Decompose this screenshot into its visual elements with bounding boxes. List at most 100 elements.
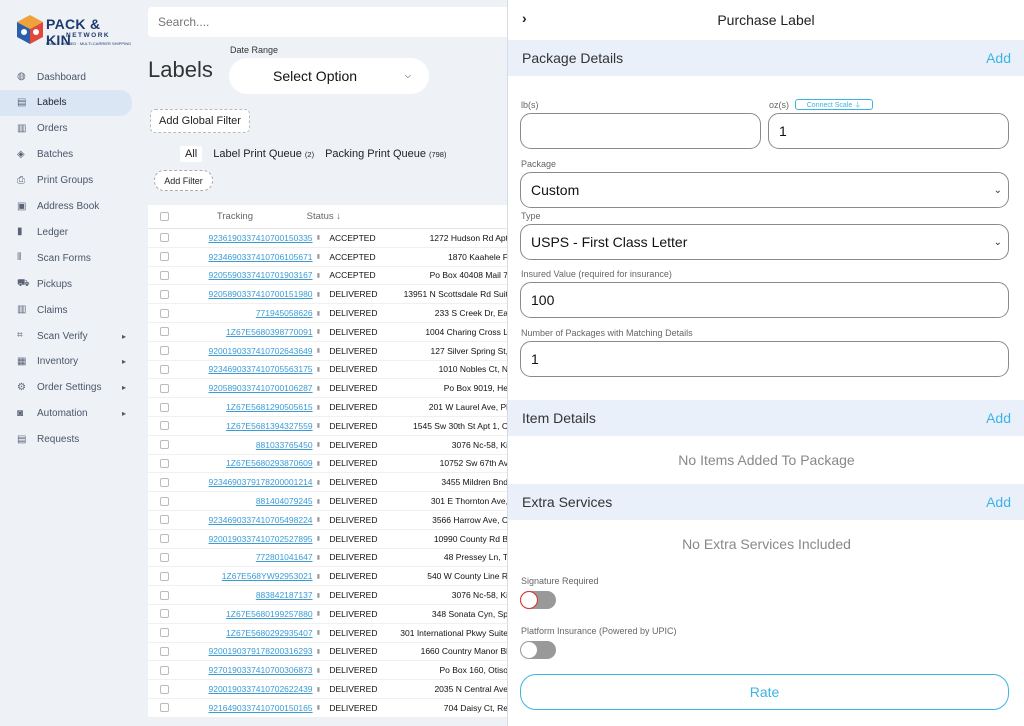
insured-value-input[interactable]: 100: [520, 282, 1009, 318]
sidebar-item-batches[interactable]: ◈ Batches: [0, 142, 140, 168]
table-row[interactable]: 9270190337410700306873 ▮ DELIVERED Po Box 1…: [148, 661, 508, 681]
tracking-link[interactable]: 9234690379178200001214: [169, 477, 314, 487]
tracking-link[interactable]: 9234690337410705498224: [169, 515, 314, 525]
row-checkbox[interactable]: [160, 477, 169, 487]
copy-icon[interactable]: ▮: [314, 234, 324, 241]
row-checkbox[interactable]: [160, 609, 169, 619]
brand-logo[interactable]: PACK & KIN NETWORK FAMILY OWNED · MULTI-…: [16, 14, 131, 50]
row-checkbox[interactable]: [160, 534, 169, 544]
tab-label-print-queue[interactable]: Label Print Queue (2): [213, 148, 314, 160]
sidebar-item-order-settings[interactable]: ⚙ Order Settings ▸: [0, 375, 140, 401]
row-checkbox[interactable]: [160, 421, 169, 431]
table-row[interactable]: 9205590337410701903167 ▮ ACCEPTED Po Box 40…: [148, 267, 508, 286]
tracking-link[interactable]: 1Z67E568YW92953021: [169, 571, 314, 581]
sidebar-item-inventory[interactable]: ▦ Inventory ▸: [0, 349, 140, 375]
copy-icon[interactable]: ▮: [314, 648, 324, 655]
table-row[interactable]: 1Z67E5680292935407 ▮ DELIVERED 301 Internat…: [148, 624, 508, 643]
sidebar-item-print-groups[interactable]: ⎙ Print Groups: [0, 168, 140, 194]
row-checkbox[interactable]: [160, 590, 169, 600]
table-row[interactable]: 1Z67E5680398770091 ▮ DELIVERED 1004 Charing…: [148, 323, 508, 342]
table-row[interactable]: 9200190337410702527895 ▮ DELIVERED 10990 Co…: [148, 530, 508, 549]
copy-icon[interactable]: ▮: [314, 629, 324, 636]
table-row[interactable]: 771945058626 ▮ DELIVERED 233 S Creek Dr, Ea: [148, 304, 508, 323]
table-row[interactable]: 9200190379178200316293 ▮ DELIVERED 1660 Cou…: [148, 643, 508, 662]
tracking-link[interactable]: 9205590337410701903167: [169, 270, 314, 280]
copy-icon[interactable]: ▮: [314, 272, 324, 279]
sidebar-item-pickups[interactable]: ⛟ Pickups: [0, 271, 140, 297]
row-checkbox[interactable]: [160, 458, 169, 468]
copy-icon[interactable]: ▮: [314, 686, 324, 693]
platform-insurance-toggle[interactable]: [520, 641, 556, 659]
sidebar-item-address-book[interactable]: ▣ Address Book: [0, 194, 140, 220]
signature-required-toggle[interactable]: [520, 591, 556, 609]
status-header[interactable]: Status ↓: [253, 211, 341, 222]
add-extra-service-button[interactable]: Add: [986, 494, 1011, 510]
add-package-button[interactable]: Add: [986, 50, 1011, 66]
table-row[interactable]: 9234690337410705498224 ▮ DELIVERED 3566 Har…: [148, 511, 508, 530]
table-row[interactable]: 9234690337410705563175 ▮ DELIVERED 1010 Nob…: [148, 361, 508, 380]
tracking-link[interactable]: 1Z67E5681394327559: [169, 421, 314, 431]
copy-icon[interactable]: ▮: [314, 328, 324, 335]
add-global-filter-button[interactable]: Add Global Filter: [150, 109, 250, 133]
tab-all[interactable]: All: [180, 146, 203, 162]
row-checkbox[interactable]: [160, 327, 169, 337]
table-row[interactable]: 1Z67E5681290505615 ▮ DELIVERED 201 W Laurel…: [148, 398, 508, 417]
tracking-link[interactable]: 771945058626: [169, 308, 314, 318]
tracking-link[interactable]: 9200190379178200316293: [169, 646, 314, 656]
tracking-link[interactable]: 883842187137: [169, 590, 314, 600]
tracking-header[interactable]: Tracking: [169, 211, 253, 222]
search-input[interactable]: [148, 7, 508, 37]
row-checkbox[interactable]: [160, 383, 169, 393]
copy-icon[interactable]: ▮: [314, 667, 324, 674]
sidebar-item-ledger[interactable]: ▮ Ledger: [0, 219, 140, 245]
sidebar-item-labels[interactable]: ▤ Labels: [0, 89, 132, 116]
tracking-link[interactable]: 9234690337410706105671: [169, 252, 314, 262]
table-row[interactable]: 9234690379178200001214 ▮ DELIVERED 3455 Mil…: [148, 473, 508, 493]
table-row[interactable]: 1Z67E5680293870609 ▮ DELIVERED 10752 Sw 67t…: [148, 455, 508, 474]
tracking-link[interactable]: 9234690337410705563175: [169, 364, 314, 374]
copy-icon[interactable]: ▮: [314, 554, 324, 561]
tracking-link[interactable]: 1Z67E5680292935407: [169, 628, 314, 638]
row-checkbox[interactable]: [160, 703, 169, 713]
chevron-right-icon[interactable]: ›: [522, 10, 527, 26]
row-checkbox[interactable]: [160, 364, 169, 374]
sidebar-item-scan-verify[interactable]: ⌗ Scan Verify ▸: [0, 323, 140, 349]
row-checkbox[interactable]: [160, 402, 169, 412]
table-row[interactable]: 881404079245 ▮ DELIVERED 301 E Thornton Ave…: [148, 492, 508, 511]
table-row[interactable]: 772801041647 ▮ DELIVERED 48 Pressey Ln, T: [148, 549, 508, 568]
table-row[interactable]: 9236190337410700150335 ▮ ACCEPTED 1272 Huds…: [148, 229, 508, 248]
tracking-link[interactable]: 9200190337410702643649: [169, 346, 314, 356]
type-select[interactable]: USPS - First Class Letter ⌄: [520, 224, 1009, 260]
table-row[interactable]: 9216490337410700150165 ▮ DELIVERED 704 Dais…: [148, 699, 508, 718]
row-checkbox[interactable]: [160, 270, 169, 280]
sidebar-item-claims[interactable]: ▥ Claims: [0, 297, 140, 323]
row-checkbox[interactable]: [160, 515, 169, 525]
select-all-checkbox[interactable]: [160, 212, 169, 221]
copy-icon[interactable]: ▮: [314, 592, 324, 599]
lbs-input[interactable]: [520, 113, 761, 149]
tracking-link[interactable]: 1Z67E5680199257880: [169, 609, 314, 619]
row-checkbox[interactable]: [160, 308, 169, 318]
row-checkbox[interactable]: [160, 252, 169, 262]
copy-icon[interactable]: ▮: [314, 498, 324, 505]
table-row[interactable]: 9200190337410702643649 ▮ DELIVERED 127 Silv…: [148, 342, 508, 361]
rate-button[interactable]: Rate: [520, 674, 1009, 710]
copy-icon[interactable]: ▮: [314, 516, 324, 523]
row-checkbox[interactable]: [160, 346, 169, 356]
row-checkbox[interactable]: [160, 552, 169, 562]
row-checkbox[interactable]: [160, 289, 169, 299]
tracking-link[interactable]: 9205890337410700151980: [169, 289, 314, 299]
copy-icon[interactable]: ▮: [314, 460, 324, 467]
tracking-link[interactable]: 9200190337410702527895: [169, 534, 314, 544]
copy-icon[interactable]: ▮: [314, 479, 324, 486]
copy-icon[interactable]: ▮: [314, 291, 324, 298]
tracking-link[interactable]: 881033765450: [169, 440, 314, 450]
table-row[interactable]: 9200190337410702622439 ▮ DELIVERED 2035 N C…: [148, 680, 508, 699]
tracking-link[interactable]: 9205890337410700106287: [169, 383, 314, 393]
oz-input[interactable]: 1: [768, 113, 1009, 149]
tracking-link[interactable]: 9236190337410700150335: [169, 233, 314, 243]
copy-icon[interactable]: ▮: [314, 704, 324, 711]
tracking-link[interactable]: 9200190337410702622439: [169, 684, 314, 694]
connect-scale-button[interactable]: Connect Scale ⏚: [795, 99, 873, 110]
tracking-link[interactable]: 9270190337410700306873: [169, 665, 314, 675]
